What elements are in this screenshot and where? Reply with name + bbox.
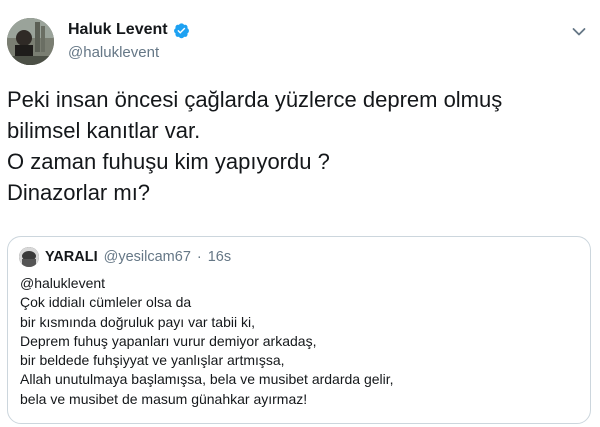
quoted-text-line: bela ve musibet de masum günahkar ayırma…: [20, 390, 308, 407]
quoted-text-line: Deprem fuhuş yapanları vurur demiyor ark…: [20, 332, 317, 349]
tweet-text-line: O zaman fuhuşu kim yapıyordu ?: [7, 149, 330, 174]
tweet-text-line: bilimsel kanıtlar var.: [7, 118, 201, 143]
tweet-text: Peki insan öncesi çağlarda yüzlerce depr…: [7, 84, 592, 208]
quoted-tweet-body: @haluklevent Çok iddialı cümleler olsa d…: [20, 274, 394, 409]
quoted-text-line: Çok iddialı cümleler olsa da: [20, 294, 192, 311]
quoted-timestamp[interactable]: 16s: [208, 249, 231, 265]
verified-badge-icon: [173, 22, 190, 39]
quoted-tweet-header: YARALI @yesilcam67 · 16s: [19, 247, 231, 267]
author-display-name[interactable]: Haluk Levent: [68, 21, 168, 39]
chevron-down-icon[interactable]: [572, 24, 586, 36]
quoted-text-line: bir beldede fuhşiyyat ve yanlışlar artmı…: [20, 352, 285, 369]
tweet-text-line: Peki insan öncesi çağlarda yüzlerce depr…: [7, 87, 503, 112]
quoted-text-line: @haluklevent: [20, 275, 106, 291]
tweet-text-line: Dinazorlar mı?: [7, 180, 151, 205]
quoted-tweet[interactable]: YARALI @yesilcam67 · 16s @haluklevent Ço…: [7, 236, 591, 424]
display-name-row: Haluk Levent: [68, 21, 190, 39]
meta-separator: ·: [196, 249, 202, 265]
quoted-handle[interactable]: @yesilcam67: [104, 249, 191, 265]
quoted-text-line: bir kısmında doğruluk payı var tabii ki,: [20, 313, 255, 330]
quoted-text-line: Allah unutulmaya başlamışsa, bela ve mus…: [20, 371, 394, 388]
quoted-author-avatar[interactable]: [19, 247, 39, 267]
author-avatar[interactable]: [7, 18, 54, 65]
quoted-display-name[interactable]: YARALI: [45, 249, 98, 265]
author-info: Haluk Levent @haluklevent: [68, 21, 190, 61]
author-handle[interactable]: @haluklevent: [68, 44, 190, 61]
